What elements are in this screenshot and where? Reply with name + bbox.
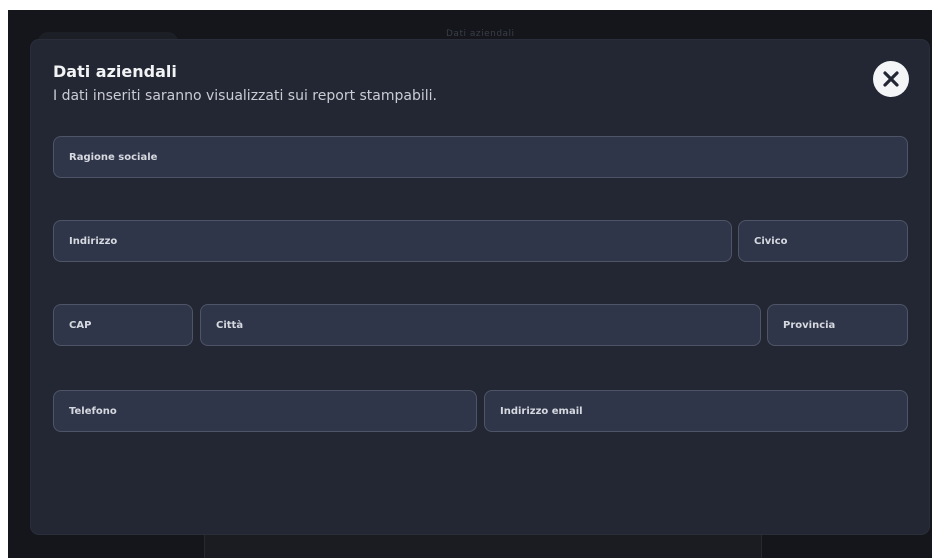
dialog-title: Dati aziendali [53,62,177,81]
city-field[interactable] [200,304,761,346]
postal-code-field[interactable] [53,304,193,346]
company-name-field[interactable] [53,136,908,178]
city-input[interactable] [201,305,760,345]
street-number-field[interactable] [738,220,908,262]
background-panel [204,530,762,558]
app-screen: Dati aziendali Dati aziendali I dati ins… [8,10,932,558]
email-input[interactable] [485,391,907,431]
address-field[interactable] [53,220,732,262]
address-input[interactable] [54,221,731,261]
email-field[interactable] [484,390,908,432]
company-data-dialog: Dati aziendali I dati inseriti saranno v… [31,40,929,534]
province-input[interactable] [768,305,907,345]
close-button[interactable] [873,61,909,97]
dialog-subtitle: I dati inseriti saranno visualizzati sui… [53,88,437,104]
company-name-input[interactable] [54,137,907,177]
phone-field[interactable] [53,390,477,432]
street-number-input[interactable] [739,221,907,261]
province-field[interactable] [767,304,908,346]
phone-input[interactable] [54,391,476,431]
postal-code-input[interactable] [54,305,192,345]
close-icon [883,71,899,87]
